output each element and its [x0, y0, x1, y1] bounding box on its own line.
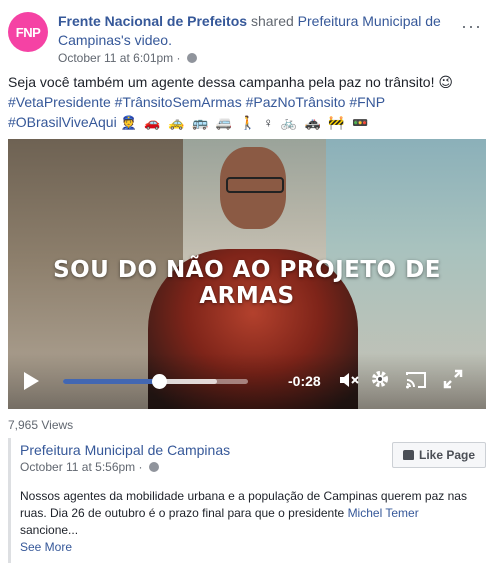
- play-icon[interactable]: [24, 372, 39, 390]
- post-message: Seja você também um agente dessa campanh…: [8, 74, 453, 90]
- video-controls: -0:28: [8, 353, 486, 409]
- video-person-glasses: [226, 177, 284, 193]
- shared-timestamp[interactable]: October 11 at 5:56pm: [20, 460, 135, 474]
- shared-post-card: Prefeitura Municipal de Campinas October…: [8, 438, 488, 563]
- progress-played: [63, 379, 160, 384]
- mention-link[interactable]: Michel Temer: [348, 506, 419, 520]
- emoji-row: 👮 🚗 🚕 🚌 🚐 🚶 ♀ 🚲 🚓 🚧 🚥: [120, 115, 371, 130]
- shared-post-body: Nossos agentes da mobilidade urbana e a …: [20, 488, 480, 556]
- hashtags-line-1[interactable]: #VetaPresidente #TrânsitoSemArmas #PazNo…: [8, 92, 488, 112]
- globe-icon: [186, 52, 197, 63]
- video-player[interactable]: SOU DO NÃO AO PROJETO DE ARMAS -0:28: [8, 139, 486, 409]
- thumbs-up-icon: [402, 450, 414, 460]
- hashtag-obrasilviveaqui[interactable]: #OBrasilViveAqui: [8, 114, 117, 130]
- more-options-icon[interactable]: ···: [461, 16, 482, 37]
- time-remaining: -0:28: [288, 373, 321, 389]
- globe-icon: [148, 461, 159, 472]
- view-count: 7,965 Views: [8, 418, 74, 432]
- video-caption: SOU DO NÃO AO PROJETO DE ARMAS: [53, 257, 441, 309]
- post-timestamp[interactable]: October 11 at 6:01pm: [58, 51, 173, 65]
- shared-meta: October 11 at 5:56pm ·: [20, 460, 159, 474]
- settings-gear-icon[interactable]: [370, 369, 390, 393]
- avatar-text: FNP: [15, 24, 41, 40]
- progress-buffered: [159, 379, 217, 384]
- like-page-label: Like Page: [418, 448, 476, 462]
- hashtags-line-2: #OBrasilViveAqui 👮 🚗 🚕 🚌 🚐 🚶 ♀ 🚲 🚓 🚧 🚥: [8, 112, 488, 133]
- shared-page-name[interactable]: Prefeitura Municipal de Campinas: [20, 442, 230, 458]
- shared-suffix[interactable]: 's video.: [121, 32, 172, 48]
- shared-body-text-2: sancione...: [20, 523, 79, 537]
- page-avatar[interactable]: FNP: [8, 12, 48, 52]
- see-more-link[interactable]: See More: [20, 539, 480, 556]
- separator-dot: ·: [138, 460, 146, 474]
- post-text: Seja você também um agente dessa campanh…: [8, 72, 488, 133]
- cast-icon[interactable]: [405, 371, 427, 393]
- volume-muted-icon[interactable]: [339, 371, 359, 393]
- author-link[interactable]: Frente Nacional de Prefeitos: [58, 13, 247, 29]
- post-meta: October 11 at 6:01pm ·: [58, 50, 458, 66]
- progress-knob[interactable]: [152, 374, 168, 389]
- fullscreen-icon[interactable]: [443, 369, 463, 393]
- post-header: FNP Frente Nacional de Prefeitos shared …: [8, 8, 488, 68]
- progress-bar[interactable]: [63, 374, 248, 389]
- post-header-text: Frente Nacional de Prefeitos shared Pref…: [58, 12, 458, 66]
- action-text: shared: [250, 13, 294, 29]
- like-page-button[interactable]: Like Page: [392, 442, 486, 468]
- separator-dot: ·: [176, 51, 184, 65]
